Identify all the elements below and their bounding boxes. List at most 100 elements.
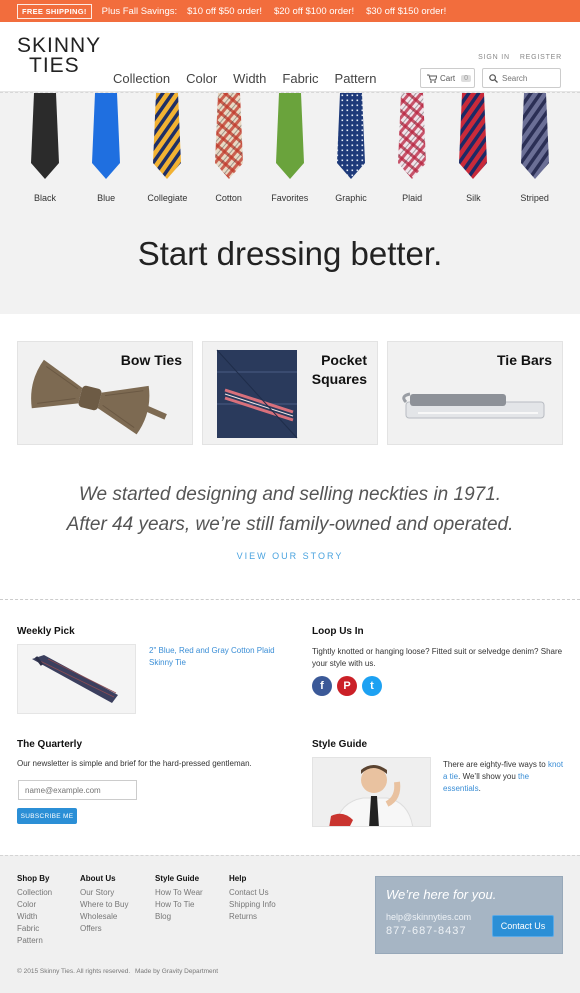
bow-ties-label: Bow Ties — [120, 352, 182, 368]
footer-link[interactable]: How To Tie — [155, 899, 203, 911]
plaid-tie-image — [32, 655, 118, 703]
nav-width[interactable]: Width — [233, 71, 266, 86]
footer-link[interactable]: Offers — [80, 923, 128, 935]
nav-pattern[interactable]: Pattern — [335, 71, 377, 86]
footer-link[interactable]: Shipping Info — [229, 899, 276, 911]
tie-category-graphic[interactable]: Graphic — [320, 93, 382, 203]
gentleman-photo — [313, 758, 430, 826]
tie-swatch-icon — [92, 93, 121, 179]
weekly-pick-image[interactable] — [17, 644, 136, 714]
style-guide-title: Style Guide — [312, 739, 368, 750]
footer-col-style-guide: Style Guide How To Wear How To Tie Blog — [155, 874, 203, 923]
tie-category-label: Graphic — [335, 193, 367, 203]
pinterest-icon[interactable]: P — [337, 676, 357, 696]
contact-email[interactable]: help@skinnyties.com — [386, 912, 471, 922]
footer-col-about-us: About Us Our Story Where to Buy Wholesal… — [80, 874, 128, 935]
site-footer: Shop By Collection Color Width Fabric Pa… — [0, 855, 580, 993]
credit-link[interactable]: Made by Gravity Department — [135, 968, 218, 975]
contact-box: We’re here for you. help@skinnyties.com … — [375, 876, 563, 954]
tie-swatch-icon — [275, 93, 304, 179]
tie-category-striped[interactable]: Striped — [504, 93, 566, 203]
footer-link[interactable]: Pattern — [17, 935, 52, 947]
logo-line2: TIES — [29, 54, 80, 77]
footer-link[interactable]: Contact Us — [229, 887, 276, 899]
pocket-squares-tile[interactable]: Pocket Squares — [202, 341, 378, 445]
contact-us-button[interactable]: Contact Us — [492, 915, 554, 937]
subscribe-button[interactable]: SUBSCRIBE ME — [17, 808, 77, 824]
bow-ties-tile[interactable]: Bow Ties — [17, 341, 193, 445]
footer-link[interactable]: Wholesale — [80, 911, 128, 923]
logo-line1: SKINNY — [17, 34, 102, 57]
tie-category-label: Favorites — [271, 193, 309, 203]
tie-category-silk[interactable]: Silk — [442, 93, 504, 203]
footer-col-help: Help Contact Us Shipping Info Returns — [229, 874, 276, 923]
tie-color-strip: Black Blue Collegiate Cotton Favorites G… — [0, 92, 580, 314]
email-field[interactable] — [18, 780, 137, 800]
contact-heading: We’re here for you. — [386, 887, 497, 902]
footer-heading: Shop By — [17, 874, 50, 883]
main-nav: Collection Color Width Fabric Pattern — [113, 71, 376, 86]
promo-offer: $10 off $50 order! — [187, 5, 262, 17]
nav-fabric[interactable]: Fabric — [282, 71, 318, 86]
twitter-icon[interactable]: t — [362, 676, 382, 696]
tie-swatch-icon — [153, 93, 182, 179]
tie-category-blue[interactable]: Blue — [75, 93, 137, 203]
tie-bars-label: Tie Bars — [497, 352, 552, 368]
search-box[interactable] — [482, 68, 561, 88]
style-guide-image[interactable] — [312, 757, 431, 827]
section-divider — [0, 599, 580, 600]
logo[interactable]: SKINNY TIES — [17, 34, 102, 77]
cart-label: Cart — [440, 73, 456, 83]
cart-button[interactable]: Cart 0 — [420, 68, 475, 88]
newsletter-text: Our newsletter is simple and brief for t… — [17, 759, 252, 768]
contact-phone[interactable]: 877-687-8437 — [386, 925, 467, 937]
loop-us-in-text: Tightly knotted or hanging loose? Fitted… — [312, 647, 563, 668]
footer-heading: Help — [229, 874, 247, 883]
tie-category-favorites[interactable]: Favorites — [259, 93, 321, 203]
tie-swatch-icon — [31, 93, 59, 179]
copyright: © 2015 Skinny Ties. All rights reserved. — [17, 968, 131, 975]
footer-link[interactable]: Width — [17, 911, 52, 923]
nav-color[interactable]: Color — [186, 71, 217, 86]
footer-link[interactable]: Where to Buy — [80, 899, 128, 911]
promo-lead: Plus Fall Savings: — [101, 5, 178, 17]
free-shipping-badge: FREE SHIPPING! — [17, 3, 92, 19]
story-line-2: After 44 years, we’re still family-owned… — [66, 514, 514, 535]
search-icon — [489, 73, 498, 83]
footer-link[interactable]: Our Story — [80, 887, 128, 899]
facebook-icon[interactable]: f — [312, 676, 332, 696]
tie-category-cotton[interactable]: Cotton — [198, 93, 260, 203]
tie-swatch-icon — [459, 93, 488, 179]
view-our-story-link[interactable]: VIEW OUR STORY — [237, 551, 344, 561]
tie-category-black[interactable]: Black — [14, 93, 76, 203]
footer-heading: About Us — [80, 874, 116, 883]
tie-category-label: Collegiate — [147, 193, 188, 203]
social-links: f P t — [312, 676, 382, 696]
weekly-pick-link[interactable]: 2" Blue, Red and Gray Cotton Plaid Skinn… — [149, 645, 284, 669]
footer-link[interactable]: How To Wear — [155, 887, 203, 899]
tie-swatch-icon — [520, 93, 549, 179]
footer-link[interactable]: Color — [17, 899, 52, 911]
tie-category-label: Striped — [520, 193, 549, 203]
sign-in-link[interactable]: SIGN IN — [478, 54, 510, 61]
style-guide-text: There are eighty-five ways to knot a tie… — [443, 760, 564, 793]
loop-us-in-title: Loop Us In — [312, 626, 364, 637]
cart-icon — [427, 74, 437, 83]
tie-category-label: Plaid — [402, 193, 423, 203]
tie-bars-tile[interactable]: Tie Bars — [387, 341, 563, 445]
footer-link[interactable]: Returns — [229, 911, 276, 923]
hero-title: Start dressing better. — [137, 235, 443, 272]
register-link[interactable]: REGISTER — [520, 54, 562, 61]
cart-count: 0 — [461, 74, 472, 82]
footer-link[interactable]: Blog — [155, 911, 203, 923]
account-links: SIGN IN REGISTER — [478, 54, 562, 61]
footer-link[interactable]: Collection — [17, 887, 52, 899]
search-input[interactable] — [502, 73, 557, 83]
tie-category-label: Black — [33, 193, 56, 203]
footer-link[interactable]: Fabric — [17, 923, 52, 935]
tie-category-plaid[interactable]: Plaid — [381, 93, 443, 203]
nav-collection[interactable]: Collection — [113, 71, 170, 86]
site-header: SKINNY TIES Collection Color Width Fabri… — [0, 22, 580, 92]
tie-category-collegiate[interactable]: Collegiate — [136, 93, 198, 203]
tie-swatch-icon — [337, 93, 365, 179]
